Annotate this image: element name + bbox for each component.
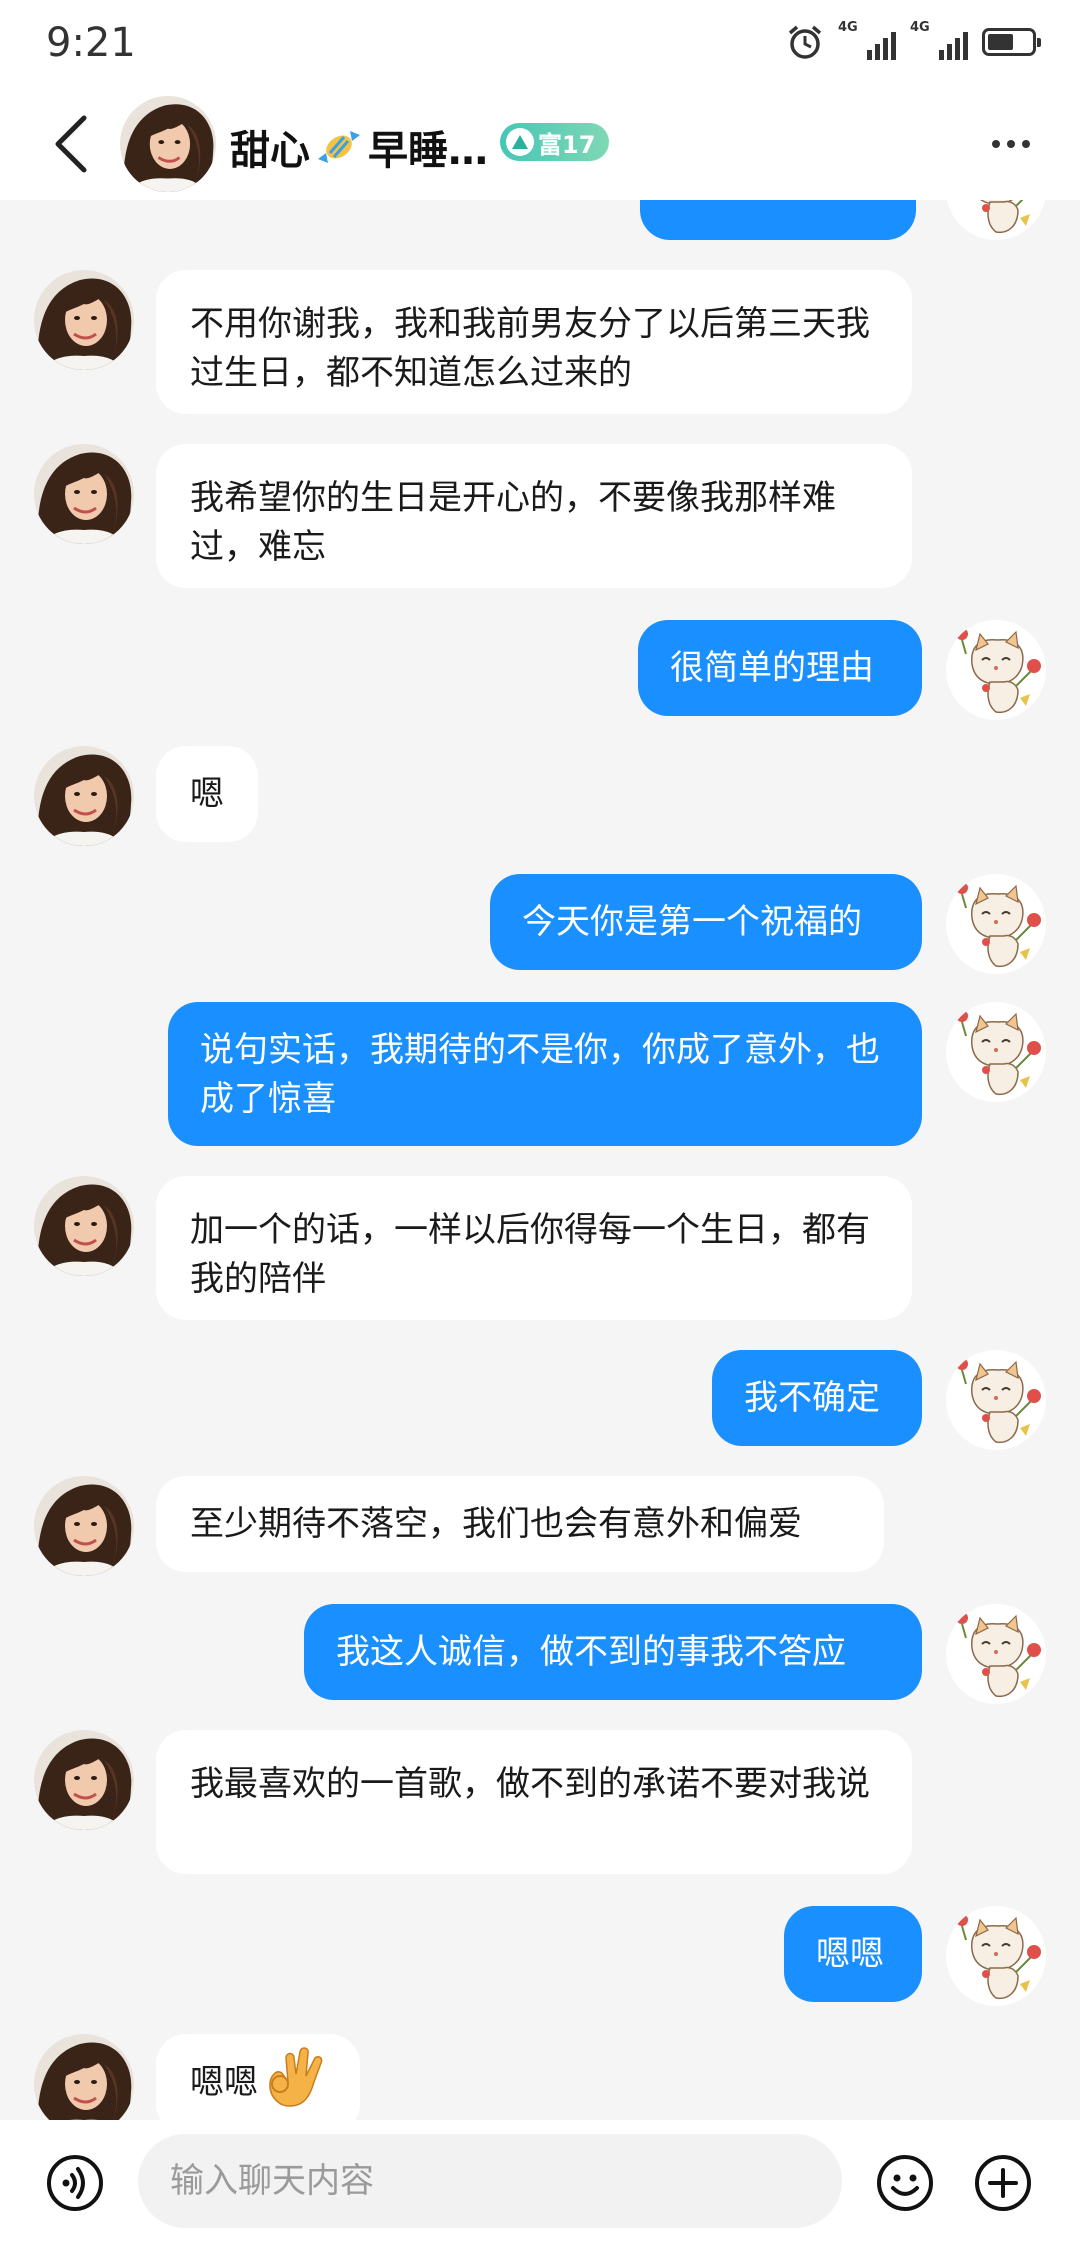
my-avatar-cutoff[interactable]	[946, 200, 1046, 240]
my-avatar[interactable]	[946, 1906, 1046, 2006]
message-bubble[interactable]: 嗯	[156, 746, 258, 842]
battery-icon	[982, 28, 1041, 56]
message-bubble[interactable]: 我这人诚信，做不到的事我不答应	[304, 1604, 922, 1700]
my-avatar[interactable]	[946, 1604, 1046, 1704]
status-time: 9:21	[46, 20, 136, 66]
message-bubble[interactable]: 我不确定	[712, 1350, 922, 1446]
chat-area[interactable]: 不用你谢我，我和我前男友分了以后第三天我过生日，都不知道怎么过来的 我希望你的生…	[0, 200, 1080, 2120]
my-avatar[interactable]	[946, 1350, 1046, 1450]
message-input[interactable]: 输入聊天内容	[138, 2134, 842, 2228]
back-button[interactable]	[48, 112, 96, 176]
message-bubble[interactable]: 嗯嗯	[156, 2034, 360, 2120]
contact-avatar[interactable]	[34, 746, 134, 846]
alarm-icon	[788, 25, 822, 59]
message-bubble-cutoff[interactable]	[640, 200, 916, 240]
candy-icon	[318, 131, 360, 163]
signal-sim1-icon: 4G	[838, 20, 896, 60]
contact-avatar[interactable]	[34, 270, 134, 370]
message-bubble[interactable]: 不用你谢我，我和我前男友分了以后第三天我过生日，都不知道怎么过来的	[156, 270, 912, 414]
message-bubble[interactable]: 我希望你的生日是开心的，不要像我那样难过，难忘	[156, 444, 912, 588]
contact-name[interactable]: 甜心 早睡…	[230, 118, 488, 176]
contact-avatar[interactable]	[34, 2034, 134, 2120]
contact-avatar[interactable]	[34, 1476, 134, 1576]
emoji-button[interactable]	[876, 2154, 934, 2212]
contact-avatar[interactable]	[34, 1730, 134, 1830]
message-bubble[interactable]: 说句实话，我期待的不是你，你成了意外，也成了惊喜	[168, 1002, 922, 1146]
wealth-level-label: 富17	[538, 130, 596, 159]
input-bar: 输入聊天内容	[0, 2120, 1080, 2244]
contact-avatar[interactable]	[34, 1176, 134, 1276]
ok-hand-icon	[260, 2044, 326, 2110]
signal-sim1-label: 4G	[838, 20, 858, 35]
contact-name-suffix: 早睡…	[368, 128, 488, 174]
message-bubble[interactable]: 很简单的理由	[638, 620, 922, 716]
message-bubble[interactable]: 加一个的话，一样以后你得每一个生日，都有我的陪伴	[156, 1176, 912, 1320]
message-bubble[interactable]: 嗯嗯	[784, 1906, 922, 2002]
status-icons: 4G 4G	[786, 20, 1041, 62]
signal-sim2-label: 4G	[910, 20, 930, 35]
contact-name-text: 甜心	[230, 128, 310, 174]
voice-button[interactable]	[46, 2154, 104, 2212]
signal-sim2-icon: 4G	[910, 20, 968, 60]
message-bubble[interactable]: 今天你是第一个祝福的	[490, 874, 922, 970]
my-avatar[interactable]	[946, 620, 1046, 720]
header-avatar[interactable]	[120, 96, 216, 192]
message-bubble[interactable]: 我最喜欢的一首歌，做不到的承诺不要对我说	[156, 1730, 912, 1874]
my-avatar[interactable]	[946, 874, 1046, 974]
top-bar: 9:21 4G 4G 甜心 早睡… 富17	[0, 0, 1080, 200]
more-button[interactable]	[992, 140, 1030, 148]
message-text: 嗯嗯	[190, 2062, 258, 2103]
contact-avatar[interactable]	[34, 444, 134, 544]
message-bubble[interactable]: 至少期待不落空，我们也会有意外和偏爱	[156, 1476, 884, 1572]
add-button[interactable]	[974, 2154, 1032, 2212]
wealth-level-badge[interactable]: 富17	[500, 123, 610, 161]
wealth-level-icon	[506, 128, 534, 156]
my-avatar[interactable]	[946, 1002, 1046, 1102]
